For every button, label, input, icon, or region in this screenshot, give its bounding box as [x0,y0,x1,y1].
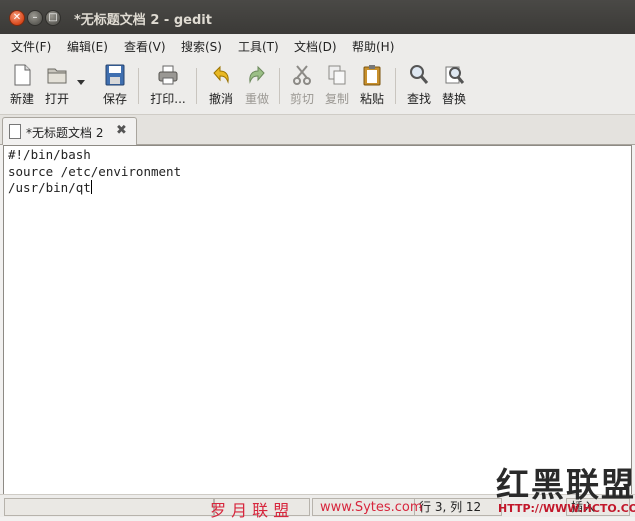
copy-button[interactable]: 复制 [320,64,354,110]
find-button[interactable]: 查找 [402,64,436,110]
redo-button[interactable]: 重做 [240,64,274,110]
text-editor[interactable]: #!/bin/bash source /etc/environment /usr… [3,145,632,495]
minimize-window-button[interactable]: – [27,10,43,26]
toolbar-separator [138,68,139,104]
editor-line: #!/bin/bash [8,147,91,162]
chevron-down-icon [77,80,85,85]
redo-icon [249,65,265,84]
menu-tools[interactable]: 工具(T) [238,38,279,55]
find-replace-icon [445,66,464,84]
tab-bar: *无标题文档 2 ✖ [0,115,635,145]
toolbar-separator [395,68,396,104]
open-button[interactable]: 打开 [40,64,74,110]
editor-line-current: /usr/bin/qt [4,180,631,197]
menu-help[interactable]: 帮助(H) [352,38,394,55]
undo-label: 撤消 [208,92,233,106]
toolbar: 新建 打开 保存 打印... 撤消 重做 剪切 复制 粘贴 查找 替换 [0,58,635,115]
watermark-url: HTTP://WWW.HCTO.COM [498,502,635,515]
save-icon [105,64,125,86]
watermark-text: 罗 月 联 盟 [210,501,290,520]
save-label: 保存 [102,92,127,106]
cut-button[interactable]: 剪切 [285,64,319,110]
cursor-position: 行 3, 列 12 [414,498,502,516]
find-label: 查找 [406,92,431,106]
window-title: *无标题文档 2 - gedit [74,13,212,28]
new-button[interactable]: 新建 [5,64,39,110]
replace-button[interactable]: 替换 [437,64,471,110]
document-icon [9,124,21,139]
menu-bar: 文件(F) 编辑(E) 查看(V) 搜索(S) 工具(T) 文档(D) 帮助(H… [0,34,635,59]
menu-documents[interactable]: 文档(D) [294,38,337,55]
menu-file[interactable]: 文件(F) [11,38,51,55]
menu-view[interactable]: 查看(V) [124,38,166,55]
watermark-site: www.Sytes.com [320,500,423,515]
editor-line-text: /usr/bin/qt [8,180,91,195]
close-tab-icon[interactable]: ✖ [116,123,127,138]
close-icon: ✕ [12,12,22,23]
status-message [4,498,214,516]
magnifier-icon [410,65,429,84]
editor-line: source /etc/environment [8,163,182,179]
replace-label: 替换 [441,92,466,106]
clipboard-icon [363,65,381,86]
copy-label: 复制 [324,92,349,106]
toolbar-separator [279,68,280,104]
cut-label: 剪切 [289,92,314,106]
watermark-logo: 红黑联盟 [496,465,635,504]
open-label: 打开 [44,92,69,106]
copy-icon [328,65,346,85]
undo-button[interactable]: 撤消 [204,64,238,110]
tab-document[interactable]: *无标题文档 2 ✖ [2,117,137,145]
new-document-icon [14,64,31,86]
redo-label: 重做 [244,92,269,106]
menu-edit[interactable]: 编辑(E) [67,38,108,55]
maximize-window-button[interactable]: □ [45,10,61,26]
new-label: 新建 [9,92,34,106]
minimize-icon: – [32,12,38,23]
paste-button[interactable]: 粘贴 [355,64,389,110]
folder-icon [47,68,67,84]
text-cursor [90,180,92,194]
maximize-icon: □ [48,12,58,23]
open-recent-dropdown[interactable] [74,64,88,110]
toolbar-separator [196,68,197,104]
scissors-icon [293,65,311,85]
paste-label: 粘贴 [359,92,384,106]
title-bar: ✕ – □ *无标题文档 2 - gedit [0,0,635,34]
print-button[interactable]: 打印... [148,64,188,110]
printer-icon [158,65,178,85]
menu-search[interactable]: 搜索(S) [181,38,222,55]
undo-icon [213,65,229,84]
tab-label: *无标题文档 2 [26,126,104,140]
print-label: 打印... [150,92,186,106]
close-window-button[interactable]: ✕ [9,10,25,26]
save-button[interactable]: 保存 [98,64,132,110]
